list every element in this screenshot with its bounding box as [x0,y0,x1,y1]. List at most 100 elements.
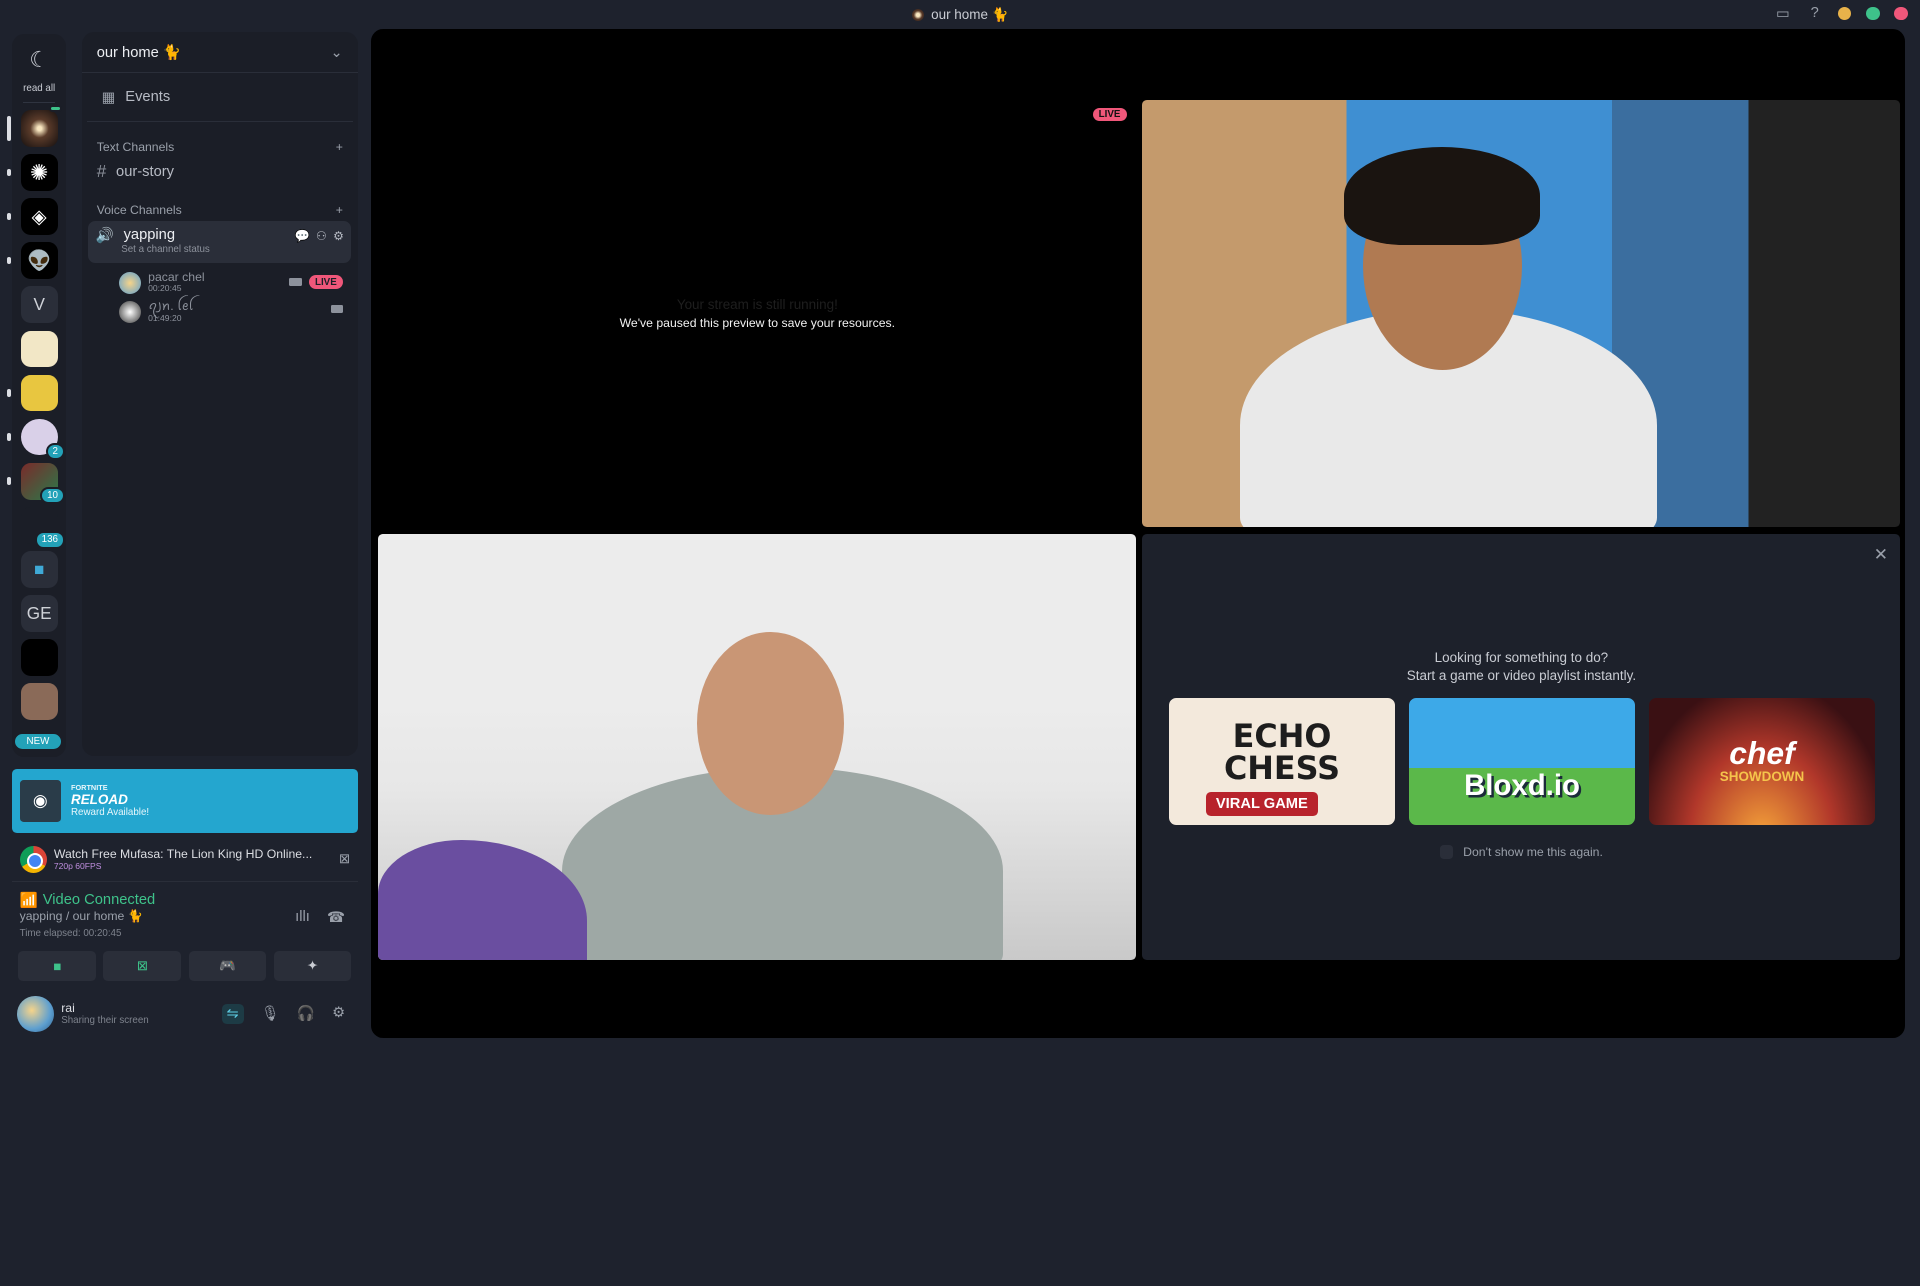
soundboard-icon: ✦ [306,958,319,974]
server-anime[interactable] [7,374,58,412]
user-status: Sharing their screen [61,1015,149,1027]
live-badge: LIVE [308,275,343,289]
camera-tile-member[interactable] [378,533,1137,960]
rail-divider [23,101,56,103]
noise-suppression-icon[interactable]: ıllı [295,909,310,926]
server-icon [911,8,924,21]
stop-stream-icon[interactable]: ⊠ [339,851,350,867]
voice-channel-yapping[interactable]: 🔊 yapping Set a channel status 💬 ⚇ ⚙ [88,221,352,264]
headphones-icon[interactable]: 🎧 [297,1004,315,1023]
server-alien[interactable]: 👽 [7,242,58,280]
voice-member[interactable]: pacar chel 00:20:45 LIVE [82,268,358,297]
camera-tile-user[interactable] [1142,100,1901,527]
stream-toggle-icon[interactable]: ⇋ [221,1004,244,1024]
events-item[interactable]: ▦ Events [86,73,353,123]
game-card-echo-chess[interactable]: ECHO CHESS VIRAL GAME [1169,697,1395,826]
server-dark[interactable] [20,639,58,676]
user-panel: rai Sharing their screen ⇋ 🎙 🎧 ⚙ [12,989,357,1038]
avatar [118,271,141,294]
chevron-down-icon: ⌄ [330,44,343,61]
hash-icon: # [96,161,107,182]
invite-icon[interactable]: ⚇ [316,229,327,243]
server-our-home[interactable] [7,105,63,147]
folder-icon[interactable]: ■ [20,550,58,588]
server-diamond[interactable]: ◈ [7,198,58,236]
channel-status[interactable]: Set a channel status [121,244,344,255]
new-badge[interactable]: NEW [14,733,62,750]
screen-share-button[interactable]: ⊠ [103,951,182,981]
connection-status: 📶 Video Connected [20,891,351,909]
paused-stream-tile[interactable]: LIVE Your stream is still running! We've… [378,100,1137,527]
server-rail: ☾ read all ✺ ◈ 👽 V 2 10 136 ■ GE NEW [7,34,67,757]
dont-show-again[interactable]: Don't show me this again. [1142,845,1900,859]
member-time: 01:49:20 [148,312,182,323]
time-elapsed: Time elapsed: 00:20:45 [19,928,122,940]
close-icon[interactable]: ✕ [1874,544,1888,565]
server-party[interactable]: 2 [7,418,65,461]
game-title: chef [1729,735,1795,772]
activity-prompt-line1: Looking for something to do? [1434,649,1609,665]
screen-share-item[interactable]: Watch Free Mufasa: The Lion King HD Onli… [12,838,358,882]
member-name: pacar chel [148,270,205,285]
person-hair [1344,146,1541,245]
soundboard-button[interactable]: ✦ [273,951,352,981]
camera-button[interactable]: ■ [18,951,97,981]
activity-prompt: Looking for something to do? Start a gam… [1142,649,1900,686]
member-name: ꪖ꠸ꪀ. ꪶꫀꪶ [148,299,194,314]
paused-heading: Your stream is still running! [676,296,838,312]
game-tag: VIRAL GAME [1206,792,1318,816]
video-icon: ■ [53,958,62,974]
server-portrait[interactable] [20,683,58,720]
camera-icon [289,277,302,287]
signal-icon: 📶 [19,893,38,910]
read-all-button[interactable]: read all [23,83,55,94]
game-title: ECHO CHESS [1223,717,1341,788]
help-icon[interactable]: ? [1806,5,1823,22]
server-header[interactable]: our home 🐈 ⌄ [82,32,358,74]
maximize-button[interactable] [1866,6,1880,21]
person-face [696,631,844,816]
game-title: Bloxd.io [1464,769,1580,803]
activity-button[interactable]: 🎮 [188,951,267,981]
game-list: ECHO CHESS VIRAL GAME Bloxd.io chef SHOW… [1169,697,1875,826]
moon-icon[interactable]: ☾ [21,42,58,79]
window-controls: ▭ ? [1774,5,1908,22]
settings-gear-icon[interactable]: ⚙ [332,1004,345,1023]
channel-our-story[interactable]: # our-story [82,158,358,185]
activity-suggestions: ✕ Looking for something to do? Start a g… [1142,533,1901,960]
server-character[interactable] [20,330,58,368]
video-stage: LIVE Your stream is still running! We've… [371,29,1906,1039]
stream-title: Watch Free Mufasa: The Lion King HD Onli… [53,847,313,862]
server-openai[interactable]: ✺ [7,154,58,191]
chrome-icon [19,845,47,873]
close-button[interactable] [1894,6,1908,21]
stream-quality: 720p 60FPS [53,861,102,872]
promo-title: RELOAD [70,792,128,808]
inbox-icon[interactable]: ▭ [1774,5,1791,22]
calendar-icon: ▦ [101,89,116,106]
gear-icon[interactable]: ⚙ [333,229,344,243]
paused-message: We've paused this preview to save your r… [619,316,896,331]
server-v[interactable]: V [20,286,58,324]
game-card-bloxd[interactable]: Bloxd.io [1409,697,1635,826]
gamepad-icon: 🎮 [219,958,236,974]
disconnect-icon[interactable]: ☎ [327,909,345,926]
game-card-chef-showdown[interactable]: chef SHOWDOWN [1649,697,1875,826]
add-channel-icon[interactable]: + [336,140,343,154]
server-ge[interactable]: GE [20,595,58,632]
voice-controls: ■ ⊠ 🎮 ✦ [18,951,352,981]
minimize-button[interactable] [1838,6,1852,21]
channel-label: our-story [116,163,174,180]
fortnite-reward-banner[interactable]: ◉ FORTNITE RELOAD Reward Available! [12,768,358,833]
add-voice-channel-icon[interactable]: + [336,203,343,217]
checkbox[interactable] [1439,845,1454,859]
chat-icon[interactable]: 💬 [295,229,310,243]
avatar[interactable] [17,995,54,1033]
live-badge: LIVE [1092,107,1127,122]
text-channels-category[interactable]: Text Channels + [82,140,358,154]
voice-channels-category[interactable]: Voice Channels + [82,203,358,217]
server-folder-2[interactable]: 136 [20,506,65,549]
server-folder-1[interactable]: 10 [7,462,65,505]
microphone-icon[interactable]: 🎙 [261,1004,280,1023]
voice-member[interactable]: ꪖ꠸ꪀ. ꪶꫀꪶ 01:49:20 [82,297,358,326]
